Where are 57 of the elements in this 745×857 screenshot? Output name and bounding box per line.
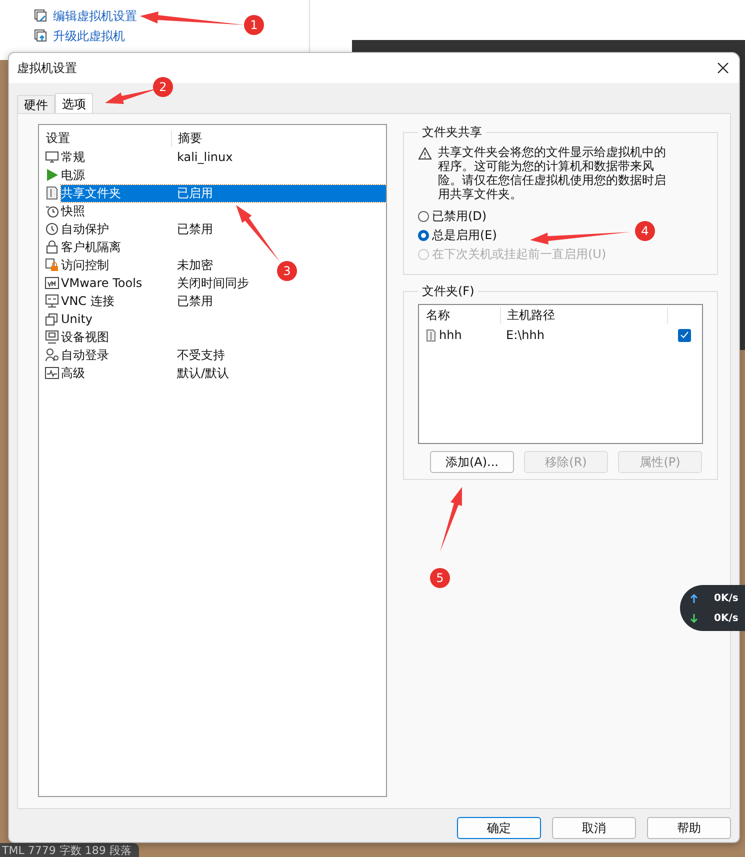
folder-icon bbox=[426, 328, 436, 342]
group-title: 文件夹共享 bbox=[421, 124, 483, 141]
play-icon bbox=[45, 168, 59, 182]
lock-icon bbox=[45, 240, 59, 254]
list-item[interactable]: 常规 kali_linux bbox=[61, 148, 233, 166]
vm-icon bbox=[45, 276, 59, 290]
warning-icon bbox=[418, 147, 432, 160]
close-icon[interactable] bbox=[717, 62, 729, 74]
download-arrow-icon bbox=[690, 614, 698, 622]
list-item[interactable]: 访问控制 未加密 bbox=[61, 256, 213, 274]
annotation-arrow bbox=[236, 205, 280, 262]
link[interactable]: 编辑虚拟机设置 bbox=[53, 8, 137, 24]
action-button[interactable]: 添加(A)... bbox=[430, 451, 514, 473]
window-icon bbox=[45, 312, 59, 326]
column-header: 设置 bbox=[39, 130, 172, 146]
user-icon bbox=[45, 348, 59, 362]
annotation-arrow bbox=[440, 487, 462, 552]
list-item[interactable]: 高级 默认/默认 bbox=[61, 364, 230, 382]
clock-icon bbox=[45, 204, 59, 218]
list-item[interactable]: 共享文件夹 已启用 bbox=[61, 184, 386, 202]
list-item[interactable]: 自动保护 已禁用 bbox=[61, 220, 213, 238]
history-icon bbox=[45, 222, 59, 236]
list-item[interactable]: VMware Tools 关闭时间同步 bbox=[61, 274, 249, 292]
warning-text: 共享文件夹会将您的文件显示给虚拟机中的程序。这可能为您的计算机和数据带来风险。请仅在您信任虚拟机使用您的数据时启用共享文件夹。 bbox=[438, 145, 667, 201]
group-title: 文件夹(F) bbox=[421, 283, 476, 300]
list-item[interactable]: 客户机隔离 bbox=[61, 238, 177, 256]
table-cell-text: E:\hhh bbox=[505, 328, 546, 342]
tab[interactable]: 硬件 bbox=[17, 95, 55, 115]
link[interactable]: 升级此虚拟机 bbox=[53, 28, 125, 44]
column-header: 主机路径 bbox=[501, 306, 668, 324]
lock-icon bbox=[45, 258, 59, 272]
status-bar: TML 7779 字数 189 段落 bbox=[0, 843, 140, 857]
table-cell: hhh bbox=[439, 328, 462, 342]
dialog-button[interactable]: 取消 bbox=[552, 817, 636, 839]
dialog-button[interactable]: 确定 bbox=[457, 817, 541, 839]
column-header: 摘要 bbox=[177, 130, 202, 146]
dialog-button[interactable]: 帮助 bbox=[647, 817, 731, 839]
column-header: 名称 bbox=[419, 306, 501, 324]
network-icon bbox=[45, 294, 59, 308]
window-title: 虚拟机设置 bbox=[17, 60, 77, 76]
device-icon bbox=[45, 330, 59, 344]
list-item[interactable]: 快照 bbox=[61, 202, 177, 220]
upgrade-icon bbox=[34, 29, 48, 43]
list-item[interactable]: Unity bbox=[61, 310, 177, 328]
edit-icon bbox=[34, 9, 48, 23]
upload-arrow-icon bbox=[690, 594, 698, 602]
checkbox[interactable] bbox=[678, 328, 691, 342]
list-item[interactable]: 设备视图 bbox=[61, 328, 177, 346]
list-item[interactable]: VNC 连接 已禁用 bbox=[61, 292, 213, 310]
chart-icon bbox=[45, 366, 59, 380]
tab[interactable]: 选项 bbox=[55, 93, 93, 115]
folder-icon bbox=[45, 186, 59, 200]
list-item[interactable]: 电源 bbox=[61, 166, 177, 184]
speed-reading: 0K/s bbox=[714, 612, 738, 624]
speed-reading: 0K/s bbox=[714, 592, 738, 604]
list-item[interactable]: 自动登录 不受支持 bbox=[61, 346, 225, 364]
monitor-icon bbox=[45, 150, 59, 164]
